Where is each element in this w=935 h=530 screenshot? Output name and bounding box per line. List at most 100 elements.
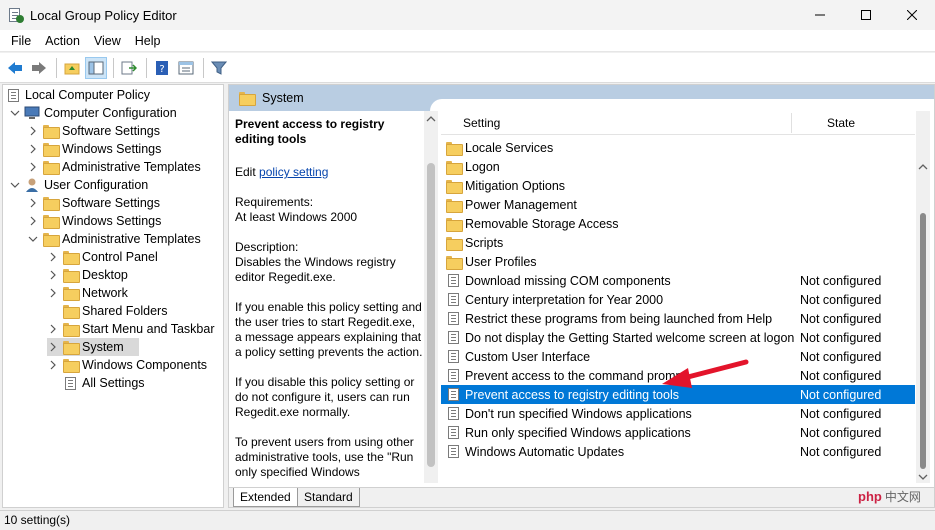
tree-item[interactable]: Software Settings — [27, 194, 160, 212]
list-scroll-thumb[interactable] — [920, 213, 926, 469]
policy-setting-icon — [445, 425, 461, 441]
tree-item[interactable]: Shared Folders — [47, 302, 167, 320]
tree-item[interactable]: Software Settings — [27, 122, 160, 140]
chevron-right-icon[interactable] — [27, 161, 39, 173]
up-folder-button[interactable] — [61, 57, 83, 79]
setting-name: Windows Automatic Updates — [465, 444, 625, 459]
policy-setting-link[interactable]: policy setting — [259, 165, 328, 179]
table-row[interactable]: User Profiles — [441, 252, 915, 271]
chevron-right-icon[interactable] — [47, 251, 59, 263]
chevron-down-icon[interactable] — [9, 179, 21, 191]
table-row[interactable]: Windows Automatic Updates Not configured — [441, 442, 915, 461]
tree-item[interactable]: Computer Configuration — [9, 104, 177, 122]
tree-item[interactable]: All Settings — [47, 374, 145, 392]
menu-view[interactable]: View — [87, 30, 128, 52]
show-hide-tree-button[interactable] — [85, 56, 107, 79]
properties-icon — [178, 61, 194, 74]
chevron-right-icon[interactable] — [47, 323, 59, 335]
back-button[interactable] — [4, 57, 26, 79]
table-row[interactable]: Download missing COM components Not confi… — [441, 271, 915, 290]
minimize-button[interactable] — [797, 0, 843, 30]
edit-policy-line: Edit policy setting — [235, 165, 423, 180]
chevron-right-icon[interactable] — [47, 269, 59, 281]
table-row[interactable]: Logon — [441, 157, 915, 176]
status-text: 10 setting(s) — [4, 513, 71, 527]
tree-item-label: Computer Configuration — [44, 106, 177, 120]
tree-item[interactable]: User Configuration — [9, 176, 148, 194]
tree-item[interactable]: Local Computer Policy — [5, 86, 150, 104]
title-bar[interactable]: Local Group Policy Editor — [0, 0, 935, 30]
menu-help[interactable]: Help — [128, 30, 168, 52]
setting-state: Not configured — [800, 330, 882, 345]
tree-item[interactable]: Network — [47, 284, 128, 302]
table-row[interactable]: Century interpretation for Year 2000 Not … — [441, 290, 915, 309]
setting-name: Power Management — [465, 197, 577, 212]
table-row[interactable]: Locale Services — [441, 138, 915, 157]
close-button[interactable] — [889, 0, 935, 30]
export-list-button[interactable] — [118, 57, 140, 79]
chevron-right-icon[interactable] — [27, 197, 39, 209]
chevron-down-icon[interactable] — [27, 233, 39, 245]
description-para-other: To prevent users from using other admini… — [235, 435, 414, 479]
policy-setting-icon — [445, 387, 461, 403]
watermark: php 中文网 — [858, 488, 921, 505]
tree-item-label: Control Panel — [82, 250, 158, 264]
table-row[interactable]: Do not display the Getting Started welco… — [441, 328, 915, 347]
description-body: Disables the Windows registry editor Reg… — [235, 255, 396, 284]
column-setting[interactable]: Setting — [463, 116, 500, 130]
setting-name: Prevent access to the command prompt — [465, 368, 686, 383]
description-scrollbar[interactable] — [424, 111, 438, 483]
console-tree[interactable]: Local Computer Policy Computer Configurat… — [2, 84, 224, 508]
table-row[interactable]: Restrict these programs from being launc… — [441, 309, 915, 328]
user-icon — [24, 177, 40, 193]
scroll-up-icon[interactable] — [424, 113, 438, 125]
maximize-button[interactable] — [843, 0, 889, 30]
column-state[interactable]: State — [827, 116, 855, 130]
help-button[interactable]: ? — [151, 57, 173, 79]
table-row[interactable]: Scripts — [441, 233, 915, 252]
folder-icon — [62, 321, 80, 337]
policy-setting-icon — [445, 311, 461, 327]
table-row[interactable]: Power Management — [441, 195, 915, 214]
folder-icon — [445, 216, 463, 232]
chevron-right-icon[interactable] — [27, 143, 39, 155]
tree-item[interactable]: Windows Settings — [27, 212, 161, 230]
chevron-right-icon[interactable] — [47, 359, 59, 371]
tree-item-label: Windows Components — [82, 358, 208, 372]
description-scroll-thumb[interactable] — [427, 163, 435, 467]
chevron-down-icon[interactable] — [9, 107, 21, 119]
tree-item[interactable]: System — [47, 338, 139, 356]
tree-item[interactable]: Desktop — [47, 266, 128, 284]
table-row[interactable]: Run only specified Windows applications N… — [441, 423, 915, 442]
chevron-right-icon[interactable] — [27, 215, 39, 227]
tree-item[interactable]: Control Panel — [47, 248, 158, 266]
filter-button[interactable] — [208, 57, 230, 79]
table-row[interactable]: Don't run specified Windows applications… — [441, 404, 915, 423]
setting-state: Not configured — [800, 406, 882, 421]
scroll-up-icon[interactable] — [916, 161, 930, 173]
tree-item[interactable]: Windows Components — [47, 356, 207, 374]
forward-button[interactable] — [28, 57, 50, 79]
tab-standard[interactable]: Standard — [297, 488, 360, 507]
tree-item-label: Software Settings — [62, 124, 160, 138]
setting-state: Not configured — [800, 387, 882, 402]
chevron-right-icon[interactable] — [47, 287, 59, 299]
list-scrollbar[interactable] — [916, 111, 930, 483]
policy-setting-icon — [445, 292, 461, 308]
table-row[interactable]: Mitigation Options — [441, 176, 915, 195]
table-row[interactable]: Removable Storage Access — [441, 214, 915, 233]
chevron-right-icon[interactable] — [47, 341, 59, 353]
folder-icon — [445, 178, 463, 194]
scroll-down-icon[interactable] — [916, 471, 930, 483]
menu-file[interactable]: File — [4, 30, 38, 52]
menu-action[interactable]: Action — [38, 30, 87, 52]
tab-extended[interactable]: Extended — [233, 488, 298, 507]
tree-item[interactable]: Administrative Templates — [27, 230, 201, 248]
properties-button[interactable] — [175, 57, 197, 79]
up-folder-icon — [64, 63, 80, 74]
tree-item[interactable]: Start Menu and Taskbar — [47, 320, 214, 338]
tree-item[interactable]: Windows Settings — [27, 140, 161, 158]
tree-item[interactable]: Administrative Templates — [27, 158, 201, 176]
column-divider[interactable] — [791, 113, 792, 133]
chevron-right-icon[interactable] — [27, 125, 39, 137]
